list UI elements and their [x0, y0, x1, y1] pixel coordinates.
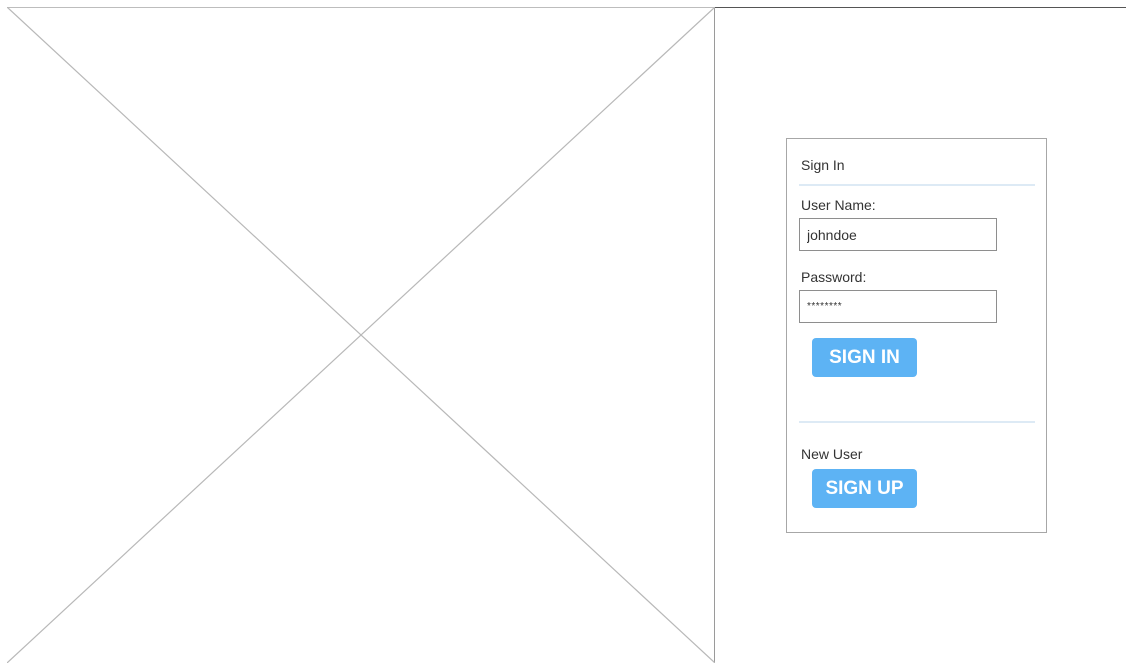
new-user-label: New User: [801, 446, 863, 462]
header-rule: [714, 7, 1126, 8]
password-input[interactable]: [799, 290, 997, 323]
sign-up-button[interactable]: SIGN UP: [812, 469, 917, 508]
sign-in-button[interactable]: SIGN IN: [812, 338, 917, 377]
section-divider: [799, 421, 1035, 423]
panel-title: Sign In: [801, 157, 845, 173]
username-label: User Name:: [801, 197, 876, 213]
panel-divider: [799, 184, 1035, 186]
username-input[interactable]: [799, 218, 997, 251]
password-label: Password:: [801, 269, 867, 285]
login-panel: Sign In User Name: Password: SIGN IN New…: [786, 138, 1047, 533]
image-placeholder-icon: [7, 7, 715, 663]
image-placeholder: [7, 7, 715, 663]
